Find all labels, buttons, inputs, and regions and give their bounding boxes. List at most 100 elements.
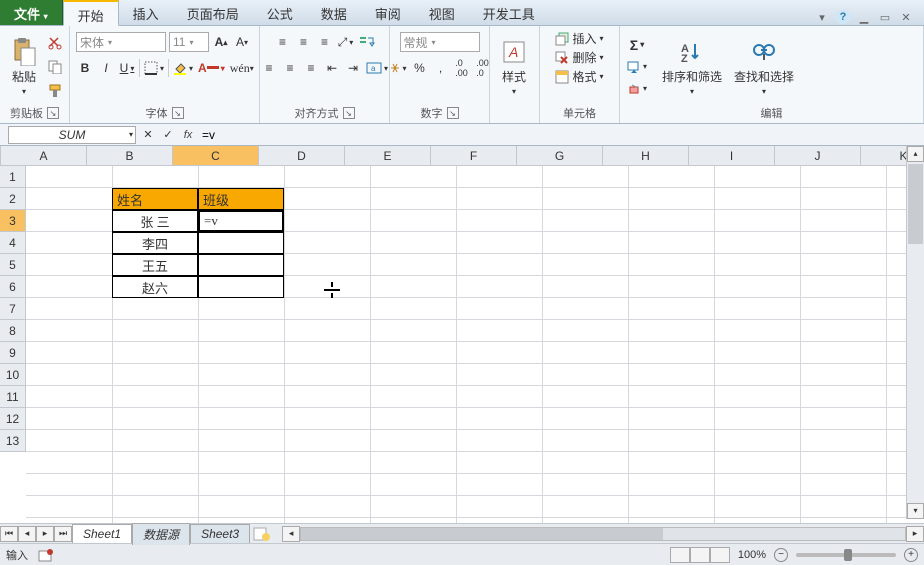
cell-C4[interactable] bbox=[198, 232, 284, 254]
hscroll-left-button[interactable]: ◂ bbox=[282, 526, 300, 542]
col-header-H[interactable]: H bbox=[603, 146, 689, 166]
paste-button[interactable]: 粘贴 ▾ bbox=[6, 36, 42, 98]
hscroll-thumb[interactable] bbox=[301, 528, 663, 540]
sheet-nav-prev-button[interactable]: ◂ bbox=[18, 526, 36, 542]
font-name-combo[interactable]: 宋体▾ bbox=[76, 32, 166, 52]
window-restore-icon[interactable]: ▭ bbox=[877, 10, 893, 24]
percent-button[interactable]: % bbox=[411, 58, 429, 78]
cell-B6[interactable]: 赵六 bbox=[112, 276, 198, 298]
format-painter-button[interactable] bbox=[46, 81, 64, 101]
name-box[interactable]: SUM▾ bbox=[8, 126, 136, 144]
sort-filter-button[interactable]: AZ 排序和筛选▾ bbox=[658, 36, 726, 98]
cell-C6[interactable] bbox=[198, 276, 284, 298]
styles-button[interactable]: A 样式▾ bbox=[496, 36, 532, 98]
hscroll-right-button[interactable]: ▸ bbox=[906, 526, 924, 542]
wrap-text-button[interactable] bbox=[358, 32, 376, 52]
zoom-slider-handle[interactable] bbox=[844, 549, 852, 561]
tab-formulas[interactable]: 公式 bbox=[253, 0, 307, 25]
row-header-1[interactable]: 1 bbox=[0, 166, 26, 188]
increase-indent-button[interactable]: ⇥ bbox=[344, 58, 362, 78]
decrease-indent-button[interactable]: ⇤ bbox=[323, 58, 341, 78]
col-header-G[interactable]: G bbox=[517, 146, 603, 166]
col-header-J[interactable]: J bbox=[775, 146, 861, 166]
vscroll-thumb[interactable] bbox=[908, 164, 923, 244]
sheet-tab-2[interactable]: 数据源 bbox=[132, 523, 190, 545]
new-sheet-button[interactable] bbox=[252, 524, 272, 544]
underline-button[interactable]: U bbox=[118, 58, 136, 78]
format-cells-button[interactable]: 格式 ▾ bbox=[555, 68, 603, 85]
zoom-level[interactable]: 100% bbox=[738, 549, 766, 561]
sheet-nav-next-button[interactable]: ▸ bbox=[36, 526, 54, 542]
sheet-nav-first-button[interactable]: ⏮ bbox=[0, 526, 18, 542]
enter-formula-button[interactable]: ✓ bbox=[158, 126, 178, 144]
col-header-I[interactable]: I bbox=[689, 146, 775, 166]
col-header-B[interactable]: B bbox=[87, 146, 173, 166]
cell-C3[interactable]: =v bbox=[198, 210, 284, 232]
cell-B3[interactable]: 张 三 bbox=[112, 210, 198, 232]
horizontal-scrollbar[interactable] bbox=[300, 527, 906, 541]
row-header-10[interactable]: 10 bbox=[0, 364, 26, 386]
row-header-6[interactable]: 6 bbox=[0, 276, 26, 298]
orientation-button[interactable]: ⤢ bbox=[337, 32, 355, 52]
ribbon-minimize-icon[interactable]: ▾ bbox=[814, 10, 830, 24]
fill-button[interactable] bbox=[626, 57, 648, 77]
scroll-up-button[interactable]: ▴ bbox=[907, 146, 924, 162]
alignment-dialog-launcher[interactable]: ↘ bbox=[343, 107, 355, 119]
tab-home[interactable]: 开始 bbox=[63, 0, 119, 26]
comma-button[interactable]: , bbox=[432, 58, 450, 78]
delete-cells-button[interactable]: 删除 ▾ bbox=[555, 49, 603, 66]
copy-button[interactable] bbox=[46, 57, 64, 77]
autosum-button[interactable]: Σ bbox=[626, 35, 648, 55]
window-close-icon[interactable]: ✕ bbox=[898, 10, 914, 24]
page-break-view-button[interactable] bbox=[710, 547, 730, 563]
tab-insert[interactable]: 插入 bbox=[119, 0, 173, 25]
row-header-12[interactable]: 12 bbox=[0, 408, 26, 430]
row-header-5[interactable]: 5 bbox=[0, 254, 26, 276]
tab-file[interactable]: 文件 ▾ bbox=[0, 0, 63, 25]
font-color-button[interactable]: A bbox=[197, 58, 226, 78]
zoom-out-button[interactable]: − bbox=[774, 548, 788, 562]
align-bottom-button[interactable]: ≡ bbox=[316, 32, 334, 52]
row-header-2[interactable]: 2 bbox=[0, 188, 26, 210]
sheet-nav-last-button[interactable]: ⏭ bbox=[54, 526, 72, 542]
sheet-tab-3[interactable]: Sheet3 bbox=[190, 524, 250, 543]
help-icon[interactable]: ? bbox=[835, 10, 851, 24]
clear-button[interactable] bbox=[626, 79, 648, 99]
cut-button[interactable] bbox=[46, 33, 64, 53]
row-header-4[interactable]: 4 bbox=[0, 232, 26, 254]
sheet-tab-1[interactable]: Sheet1 bbox=[72, 524, 132, 543]
decrease-decimal-button[interactable]: .00.0 bbox=[474, 58, 492, 78]
col-header-F[interactable]: F bbox=[431, 146, 517, 166]
tab-data[interactable]: 数据 bbox=[307, 0, 361, 25]
number-dialog-launcher[interactable]: ↘ bbox=[447, 107, 459, 119]
row-header-9[interactable]: 9 bbox=[0, 342, 26, 364]
align-middle-button[interactable]: ≡ bbox=[295, 32, 313, 52]
insert-function-button[interactable]: fx bbox=[178, 126, 198, 144]
row-header-13[interactable]: 13 bbox=[0, 430, 26, 452]
row-header-11[interactable]: 11 bbox=[0, 386, 26, 408]
col-header-E[interactable]: E bbox=[345, 146, 431, 166]
decrease-font-button[interactable]: A▾ bbox=[233, 32, 251, 52]
font-size-combo[interactable]: 11▾ bbox=[169, 32, 209, 52]
normal-view-button[interactable] bbox=[670, 547, 690, 563]
align-center-button[interactable]: ≡ bbox=[281, 58, 299, 78]
zoom-in-button[interactable]: + bbox=[904, 548, 918, 562]
cell-grid[interactable]: 姓名 班级 张 三 =v 李四 王五 赵六 bbox=[26, 166, 924, 523]
tab-review[interactable]: 审阅 bbox=[361, 0, 415, 25]
zoom-slider[interactable] bbox=[796, 553, 896, 557]
clipboard-dialog-launcher[interactable]: ↘ bbox=[47, 107, 59, 119]
border-button[interactable] bbox=[143, 58, 165, 78]
currency-button[interactable] bbox=[388, 58, 408, 78]
col-header-D[interactable]: D bbox=[259, 146, 345, 166]
row-header-7[interactable]: 7 bbox=[0, 298, 26, 320]
increase-font-button[interactable]: A▴ bbox=[212, 32, 230, 52]
fill-color-button[interactable] bbox=[172, 58, 194, 78]
cancel-formula-button[interactable]: ✕ bbox=[138, 126, 158, 144]
font-dialog-launcher[interactable]: ↘ bbox=[172, 107, 184, 119]
cell-C2[interactable]: 班级 bbox=[198, 188, 284, 210]
align-right-button[interactable]: ≡ bbox=[302, 58, 320, 78]
italic-button[interactable]: I bbox=[97, 58, 115, 78]
align-left-button[interactable]: ≡ bbox=[260, 58, 278, 78]
macro-record-icon[interactable] bbox=[38, 548, 54, 562]
number-format-combo[interactable]: 常规▾ bbox=[400, 32, 480, 52]
